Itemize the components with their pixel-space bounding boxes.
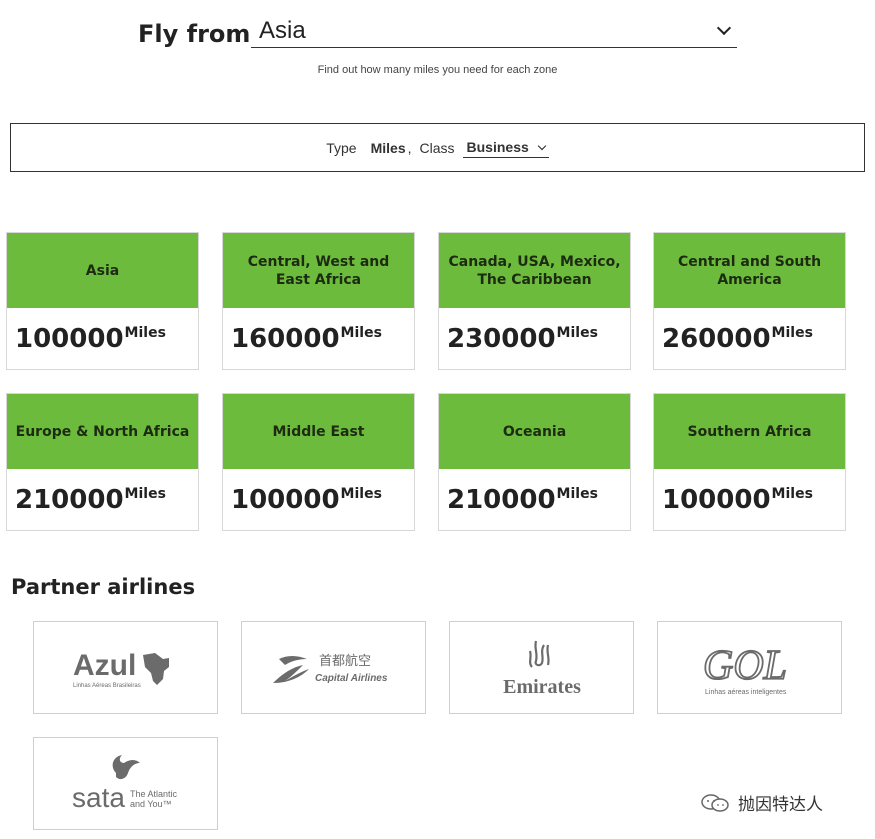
zone-card-central-south-america: Central and South America 260000Miles — [653, 232, 846, 370]
zone-card-canada-usa-mexico-caribbean: Canada, USA, Mexico, The Caribbean 23000… — [438, 232, 631, 370]
partner-logo-capital-airlines[interactable]: 首都航空 Capital Airlines — [241, 621, 426, 714]
class-label: Class — [419, 139, 455, 156]
zone-name: Asia — [7, 233, 198, 308]
miles-value: 100000 — [15, 324, 124, 354]
partner-logo-sata[interactable]: sata The Atlantic and You™ — [33, 737, 218, 830]
zone-miles: 100000Miles — [7, 308, 198, 354]
phoenix-icon — [272, 664, 309, 683]
chevron-down-icon — [716, 20, 732, 36]
miles-value: 210000 — [15, 485, 124, 515]
arabic-calligraphy-icon — [528, 640, 550, 668]
sata-tagline-line-2: and You™ — [130, 799, 172, 809]
partners-title: Partner airlines — [11, 575, 196, 599]
zone-card-asia: Asia 100000Miles — [6, 232, 199, 370]
miles-value: 260000 — [662, 324, 771, 354]
brazil-map-icon — [142, 652, 169, 685]
zone-name: Oceania — [439, 394, 630, 469]
type-label: Type — [326, 139, 357, 156]
emirates-wordmark: Emirates — [503, 676, 581, 698]
miles-unit: Miles — [556, 325, 598, 341]
zone-name: Central, West and East Africa — [223, 233, 414, 308]
miles-unit: Miles — [340, 325, 382, 341]
zone-miles: 100000Miles — [223, 469, 414, 515]
zone-miles: 230000Miles — [439, 308, 630, 354]
miles-unit: Miles — [340, 486, 382, 502]
partner-logo-emirates[interactable]: Emirates — [449, 621, 634, 714]
class-dropdown[interactable]: Business — [462, 137, 549, 158]
zone-name: Europe & North Africa — [7, 394, 198, 469]
miles-unit: Miles — [771, 486, 813, 502]
zone-miles: 210000Miles — [7, 469, 198, 515]
sata-tagline-line-1: The Atlantic — [130, 789, 178, 799]
subtitle: Find out how many miles you need for eac… — [317, 64, 558, 76]
capital-wordmark: Capital Airlines — [315, 673, 388, 684]
miles-unit: Miles — [124, 325, 166, 341]
zone-miles: 260000Miles — [654, 308, 845, 354]
zone-card-oceania: Oceania 210000Miles — [438, 393, 631, 531]
type-value[interactable]: Miles — [371, 140, 406, 156]
fly-from-dropdown[interactable]: Asia — [251, 14, 737, 48]
zone-name: Middle East — [223, 394, 414, 469]
zone-card-southern-africa: Southern Africa 100000Miles — [653, 393, 846, 531]
azul-logo: Azul Linhas Aéreas Brasileiras — [73, 649, 169, 689]
miles-unit: Miles — [124, 486, 166, 502]
zone-name: Canada, USA, Mexico, The Caribbean — [439, 233, 630, 308]
class-value: Business — [466, 139, 529, 155]
fly-from-label: Fly from — [138, 20, 251, 48]
zone-name: Central and South America — [654, 233, 845, 308]
zone-miles: 210000Miles — [439, 469, 630, 515]
fly-from-row: Fly from Asia — [138, 14, 737, 50]
chevron-down-icon — [537, 141, 547, 150]
wechat-icon — [701, 793, 729, 812]
filter-bar: Type Miles , Class Business — [10, 123, 865, 172]
bird-icon — [112, 754, 140, 779]
miles-unit: Miles — [771, 325, 813, 341]
zone-card-central-west-east-africa: Central, West and East Africa 160000Mile… — [222, 232, 415, 370]
phoenix-wing-icon — [278, 655, 307, 665]
azul-wordmark: Azul — [73, 649, 136, 682]
zone-card-middle-east: Middle East 100000Miles — [222, 393, 415, 531]
comma-separator: , — [407, 139, 412, 156]
capital-chinese-name: 首都航空 — [319, 653, 371, 669]
watermark: 抛因特达人 — [700, 790, 823, 815]
gol-tagline: Linhas aéreas inteligentes — [705, 689, 787, 696]
miles-value: 230000 — [447, 324, 556, 354]
capital-airlines-logo: 首都航空 Capital Airlines — [272, 653, 388, 684]
miles-value: 100000 — [231, 485, 340, 515]
zone-miles: 160000Miles — [223, 308, 414, 354]
miles-value: 160000 — [231, 324, 340, 354]
gol-wordmark: GOL — [703, 643, 787, 689]
miles-value: 210000 — [447, 485, 556, 515]
zone-name: Southern Africa — [654, 394, 845, 469]
miles-unit: Miles — [556, 486, 598, 502]
sata-logo: sata The Atlantic and You™ — [72, 754, 178, 813]
miles-value: 100000 — [662, 485, 771, 515]
gol-logo: GOL Linhas aéreas inteligentes — [702, 642, 788, 696]
emirates-logo: Emirates — [503, 640, 581, 698]
azul-tagline: Linhas Aéreas Brasileiras — [73, 683, 141, 689]
zone-miles: 100000Miles — [654, 469, 845, 515]
sata-wordmark: sata — [72, 782, 125, 813]
partner-logo-gol[interactable]: GOL Linhas aéreas inteligentes — [657, 621, 842, 714]
fly-from-value: Asia — [259, 16, 306, 44]
partner-logo-azul[interactable]: Azul Linhas Aéreas Brasileiras — [33, 621, 218, 714]
zone-card-europe-north-africa: Europe & North Africa 210000Miles — [6, 393, 199, 531]
watermark-text: 抛因特达人 — [738, 795, 823, 815]
